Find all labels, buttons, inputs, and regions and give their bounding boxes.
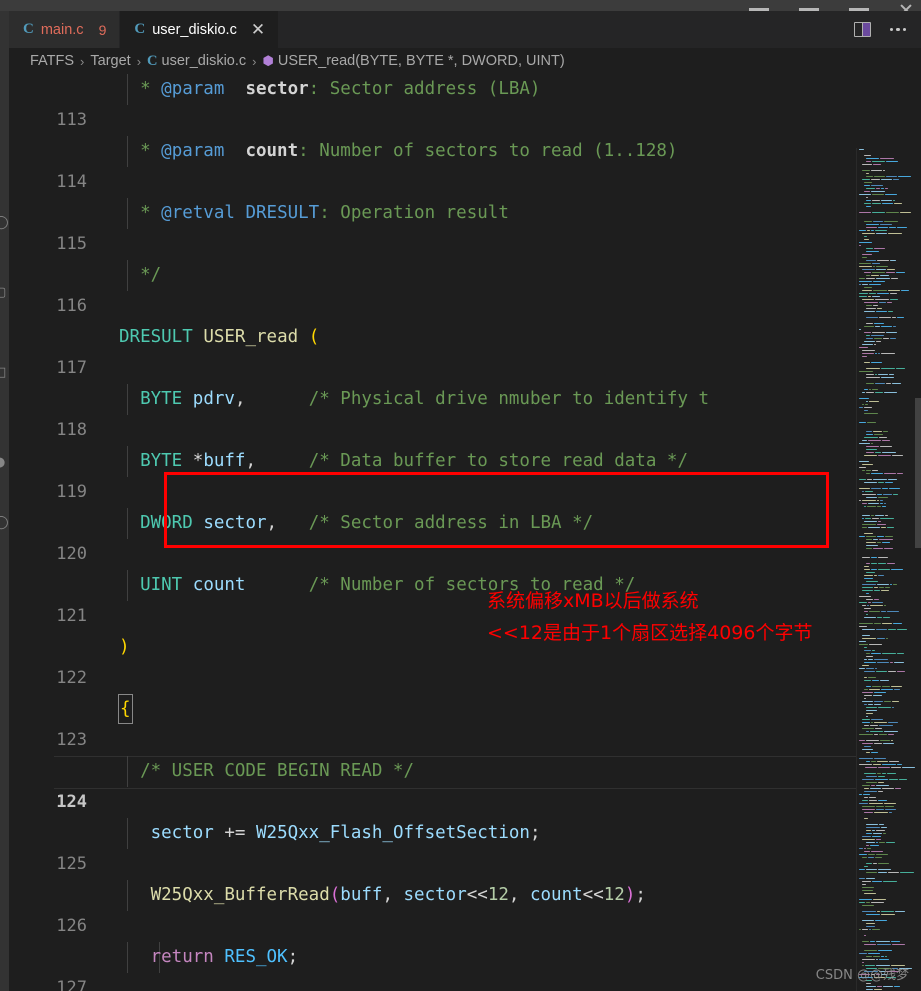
line-number: 125 — [56, 854, 87, 874]
line-text: { — [118, 694, 133, 725]
code-line[interactable]: 126 W25Qxx_BufferRead(buff, sector<<12, … — [9, 880, 859, 936]
ellipsis-icon — [890, 27, 906, 32]
breadcrumb-item-symbol[interactable]: USER_read(BYTE, BYTE *, DWORD, UINT) — [278, 53, 565, 69]
watermark: CSDN @@残梦 — [815, 968, 909, 983]
line-number: 124 — [56, 792, 87, 812]
breadcrumb-separator: › — [252, 53, 257, 69]
c-file-icon: C — [134, 21, 146, 37]
more-actions-button[interactable] — [887, 19, 909, 41]
line-text: ) — [119, 637, 130, 657]
editor-action-buttons — [851, 11, 915, 48]
line-text: * @param sector: Sector address (LBA) — [119, 79, 541, 99]
breadcrumb-item-fatfs[interactable]: FATFS — [30, 53, 74, 69]
line-text: W25Qxx_BufferRead(buff, sector<<12, coun… — [140, 885, 646, 905]
chevron-right-icon[interactable]: › — [0, 126, 8, 140]
annotation-note-line2: <<12是由于1个扇区选择4096个字节 — [487, 622, 813, 644]
line-number: 127 — [56, 978, 87, 991]
line-text: /* USER CODE BEGIN READ */ — [119, 761, 415, 781]
line-text: * @param count: Number of sectors to rea… — [119, 141, 678, 161]
line-number: 122 — [56, 668, 87, 688]
tab-user-diskio-c[interactable]: C user_diskio.c ✕ — [120, 11, 280, 48]
breadcrumb-separator: › — [80, 53, 85, 69]
line-text: */ — [119, 265, 162, 285]
tab-label: user_diskio.c — [152, 21, 237, 38]
vscode-window: › ◯ ▢ □ ● ◯ C main.c 9 C user_diskio.c ✕… — [0, 0, 921, 991]
code-line[interactable]: 120 DWORD sector, /* Sector address in L… — [9, 508, 859, 564]
line-number: 126 — [56, 916, 87, 936]
annotation-note: 系统偏移xMB以后做系统 <<12是由于1个扇区选择4096个字节 — [487, 585, 812, 649]
line-number: 113 — [56, 110, 87, 130]
activity-bar-strip[interactable]: › ◯ ▢ □ ● ◯ — [0, 11, 9, 991]
line-number: 114 — [56, 172, 87, 192]
code-line[interactable]: 125 sector += W25Qxx_Flash_OffsetSection… — [9, 818, 859, 874]
tab-error-badge: 9 — [98, 21, 107, 38]
line-text: return RES_OK; — [150, 947, 299, 967]
line-number: 117 — [56, 358, 87, 378]
window-controls — [749, 0, 913, 11]
window-titlebar — [0, 0, 921, 11]
line-text: * @retval DRESULT: Operation result — [119, 203, 509, 223]
close-icon[interactable]: ✕ — [251, 21, 265, 38]
line-text: DWORD sector, /* Sector address in LBA *… — [140, 513, 594, 533]
breadcrumb-item-target[interactable]: Target — [90, 53, 130, 69]
tab-label: main.c — [40, 21, 84, 38]
line-number: 116 — [56, 296, 87, 316]
code-line[interactable]: 119 BYTE *buff, /* Data buffer to store … — [9, 446, 859, 502]
scrollbar-thumb[interactable] — [915, 398, 921, 548]
c-file-icon: C — [23, 21, 34, 37]
code-line[interactable]: 127 return RES_OK; — [9, 942, 859, 991]
annotation-note-line1: 系统偏移xMB以后做系统 — [487, 590, 699, 612]
code-line-current[interactable]: 124 /* USER CODE BEGIN READ */ — [9, 756, 859, 812]
code-line[interactable]: 114 * @param count: Number of sectors to… — [9, 136, 859, 192]
breadcrumb: FATFS › Target › C user_diskio.c › ⬢ USE… — [9, 48, 921, 74]
split-editor-icon — [853, 22, 871, 37]
code-line[interactable]: 116 */ — [9, 260, 859, 316]
sidebar-glyph-icon-5[interactable]: ◯ — [0, 516, 9, 530]
line-text: sector += W25Qxx_Flash_OffsetSection; — [140, 823, 541, 843]
line-number: 118 — [56, 420, 87, 440]
line-number: 115 — [56, 234, 87, 254]
editor-scrollbar[interactable] — [915, 148, 921, 991]
code-line[interactable]: 123 { — [9, 694, 859, 750]
code-editor[interactable]: 113 * @param sector: Sector address (LBA… — [9, 74, 921, 991]
line-text: DRESULT USER_read ( — [119, 327, 320, 347]
line-number: 120 — [56, 544, 87, 564]
code-line[interactable]: 113 * @param sector: Sector address (LBA… — [9, 74, 859, 130]
sidebar-glyph-icon-3[interactable]: □ — [0, 366, 8, 380]
code-line[interactable]: 115 * @retval DRESULT: Operation result — [9, 198, 859, 254]
tab-main-c[interactable]: C main.c 9 — [9, 11, 121, 48]
breadcrumb-separator: › — [136, 53, 142, 69]
line-number: 119 — [56, 482, 87, 502]
split-editor-button[interactable] — [851, 19, 873, 41]
sidebar-glyph-icon-2[interactable]: ▢ — [0, 286, 8, 300]
breadcrumb-item-file[interactable]: user_diskio.c — [162, 53, 247, 69]
tabbar-empty-space — [279, 11, 921, 48]
line-text: BYTE *buff, /* Data buffer to store read… — [140, 451, 688, 471]
code-line[interactable]: 118 BYTE pdrv, /* Physical drive nmuber … — [9, 384, 859, 440]
editor-tab-bar: C main.c 9 C user_diskio.c ✕ — [9, 11, 921, 48]
line-number: 123 — [56, 730, 87, 750]
matching-bracket: { — [118, 694, 133, 724]
code-line[interactable]: 117 DRESULT USER_read ( — [9, 322, 859, 378]
line-text: BYTE pdrv, /* Physical drive nmuber to i… — [140, 389, 710, 409]
line-number: 121 — [56, 606, 87, 626]
symbol-function-icon: ⬢ — [262, 53, 274, 68]
code-lines-container[interactable]: 113 * @param sector: Sector address (LBA… — [9, 74, 859, 991]
sidebar-glyph-icon-1[interactable]: ◯ — [0, 216, 9, 230]
sidebar-glyph-icon-4[interactable]: ● — [0, 456, 8, 470]
c-file-icon: C — [147, 52, 158, 69]
minimap[interactable] — [857, 148, 915, 991]
